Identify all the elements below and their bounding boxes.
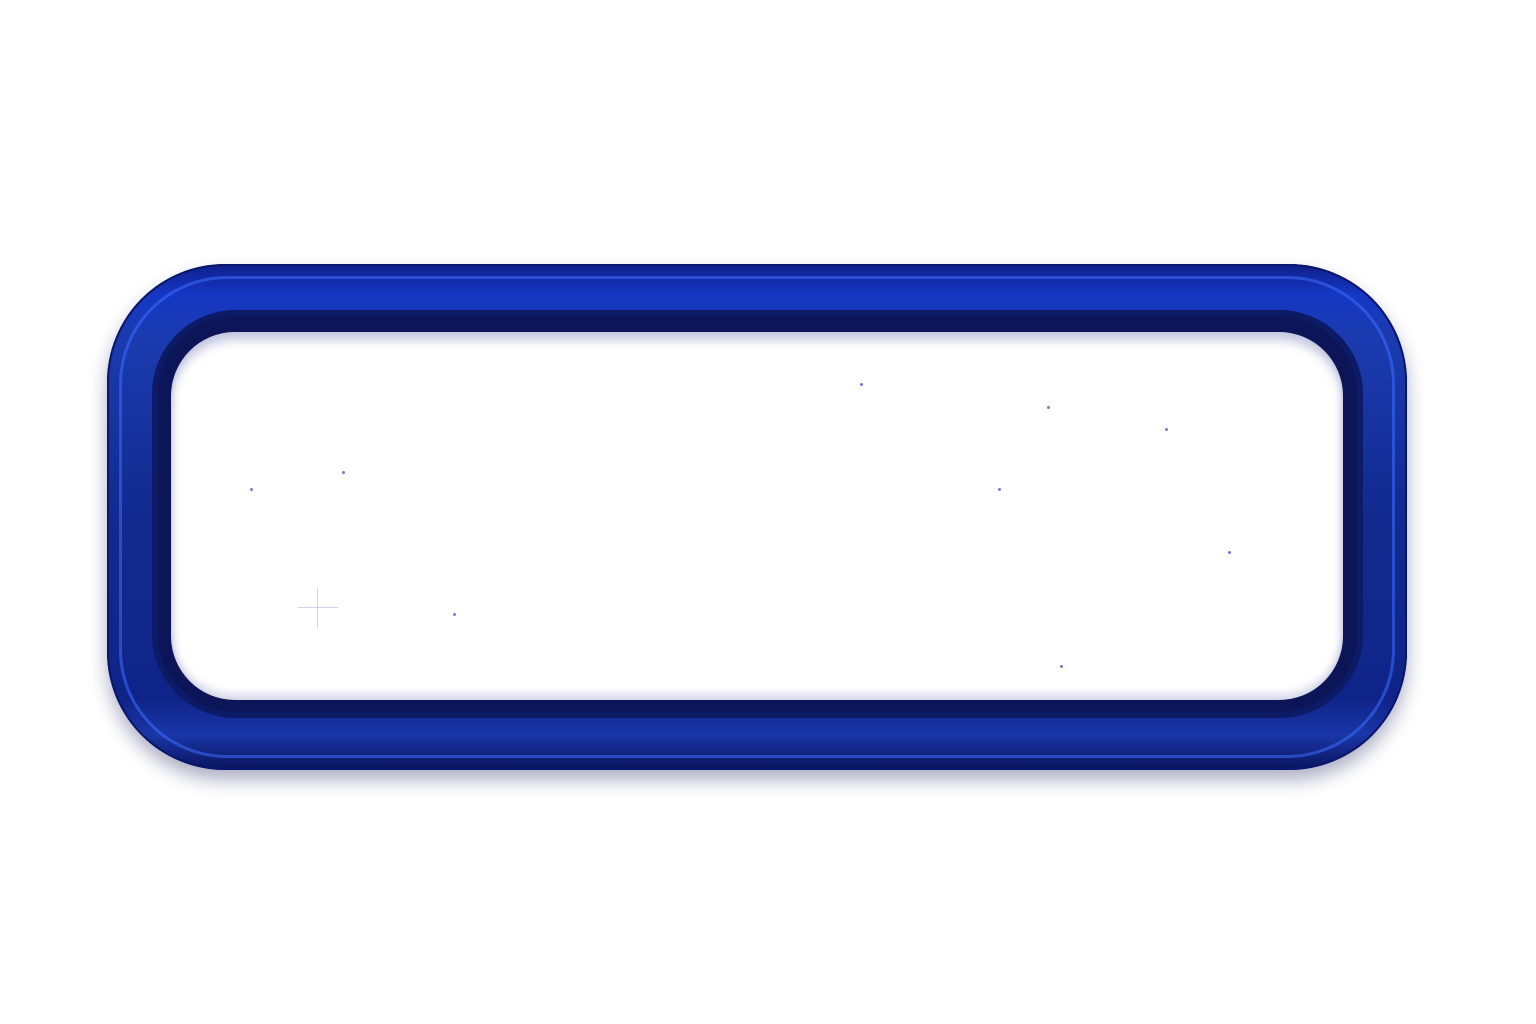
sparkle-cross-icon bbox=[298, 588, 338, 628]
sparkle-dot bbox=[1165, 428, 1168, 431]
blank-panel bbox=[171, 332, 1343, 700]
sparkle-dot bbox=[453, 613, 456, 616]
sparkle-dot bbox=[998, 488, 1001, 491]
sparkle-dot bbox=[342, 471, 345, 474]
sparkle-dot bbox=[1228, 551, 1231, 554]
blue-rounded-frame bbox=[107, 264, 1407, 770]
sparkle-dot bbox=[1060, 665, 1063, 668]
sparkle-dot bbox=[250, 488, 253, 491]
sparkle-dot bbox=[1047, 406, 1050, 409]
sparkle-dot bbox=[860, 383, 863, 386]
canvas bbox=[0, 0, 1536, 1024]
